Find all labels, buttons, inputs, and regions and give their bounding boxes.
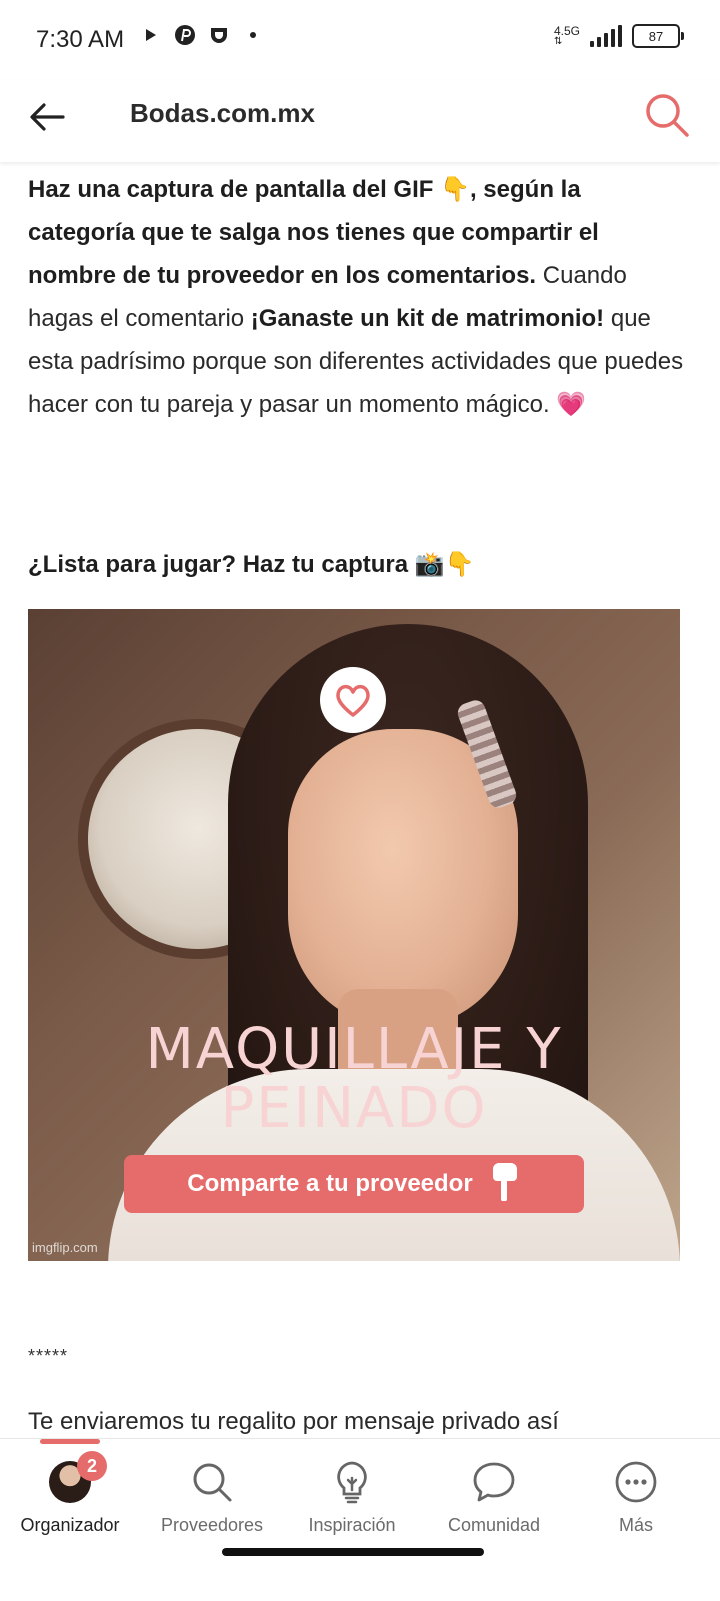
search-button[interactable] [640,88,694,142]
chat-icon [471,1459,517,1505]
nav-label-proveedores: Proveedores [160,1515,264,1535]
share-provider-label: Comparte a tu proveedor [187,1170,473,1197]
intro-bold-prize: ¡Ganaste un kit de matrimonio! [250,305,605,332]
nav-item-comunidad[interactable]: Comunidad [424,1459,564,1536]
gif-image[interactable]: MAQUILLAJE Y PEINADO Comparte a tu prove… [28,609,680,1261]
intro-bold-text: Haz una captura de pantalla del GIF 👇, s… [28,176,599,289]
article-body: Haz una captura de pantalla del GIF 👇, s… [28,168,688,426]
status-time: 7:30 AM [36,26,125,53]
heart-icon [336,684,370,717]
nav-label-comunidad: Comunidad [447,1515,541,1535]
pinterest-icon [174,24,196,46]
share-provider-banner: Comparte a tu proveedor [124,1155,584,1213]
nav-label-mas: Más [618,1515,653,1535]
nav-label-inspiracion: Inspiración [308,1515,396,1535]
signal-icon [590,25,622,47]
status-system-icons: 4.5G ⇅ 87 [553,24,684,48]
heart-badge [320,667,386,733]
nav-item-organizador[interactable]: 2 Organizador [0,1451,140,1536]
shield-icon [208,24,230,46]
arrow-left-icon [30,103,65,131]
more-icon [613,1459,659,1505]
status-notification-icons [140,24,264,46]
gif-title-line1: MAQUILLAJE Y [145,1017,563,1082]
battery-level: 87 [648,28,664,44]
closing-paragraph: Te enviaremos tu regalito por mensaje pr… [28,1408,559,1435]
app-header: Bodas.com.mx [0,80,720,162]
bottom-navigation: 2 Organizador Proveedores Inspiración Co… [0,1438,720,1601]
status-bar: 7:30 AM 4.5G ⇅ 87 [0,0,720,80]
nav-icon-wrapper: 2 [47,1451,107,1505]
home-indicator[interactable] [222,1548,484,1556]
page-title: Bodas.com.mx [130,98,315,128]
gif-title-line2: PEINADO [220,1076,488,1141]
intro-paragraph: Haz una captura de pantalla del GIF 👇, s… [28,168,688,426]
watermark: imgflip.com [32,1240,98,1255]
nav-item-inspiracion[interactable]: Inspiración [282,1459,422,1536]
separator-stars: ***** [28,1346,69,1366]
search-icon [189,1459,235,1505]
nav-item-mas[interactable]: Más [566,1459,706,1536]
back-button[interactable] [24,94,70,140]
nav-label-organizador: Organizador [20,1515,120,1535]
lightbulb-icon [329,1459,375,1505]
active-tab-indicator [40,1439,100,1444]
pointing-down-icon [491,1161,521,1208]
dot-icon [242,24,264,46]
section-heading: ¿Lista para jugar? Haz tu captura 📸👇 [28,551,475,578]
nav-item-proveedores[interactable]: Proveedores [142,1459,282,1536]
search-icon [646,94,689,137]
data-arrows-icon: ⇅ [553,36,563,47]
battery-icon: 87 [632,24,684,48]
play-icon [140,24,162,46]
notification-badge: 2 [77,1451,107,1481]
